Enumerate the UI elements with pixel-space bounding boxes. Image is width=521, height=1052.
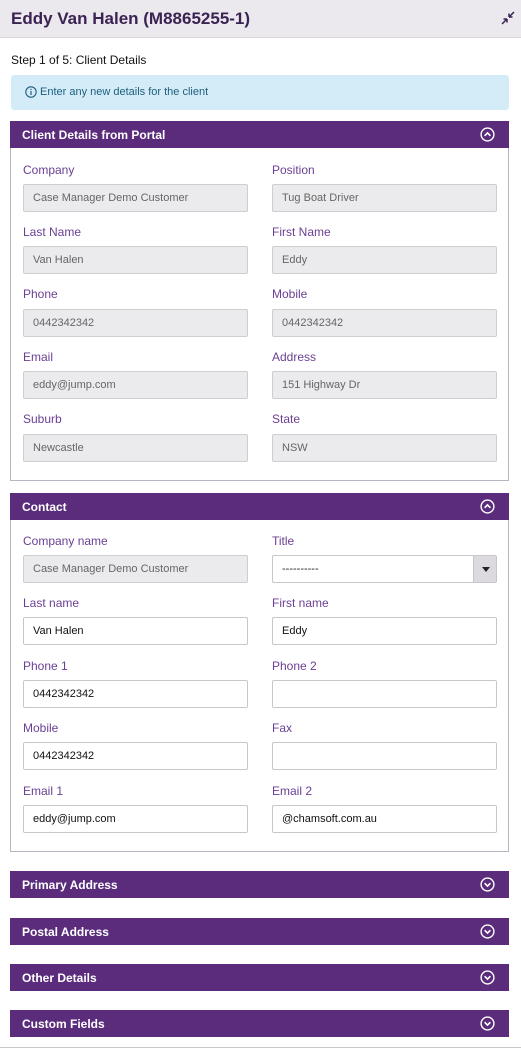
title-label: Title xyxy=(272,534,295,548)
chevron-down-circle-icon[interactable] xyxy=(480,924,495,939)
phone2-input[interactable] xyxy=(272,680,497,708)
section-title: Postal Address xyxy=(22,925,109,939)
info-circle-icon xyxy=(25,86,37,98)
state-label: State xyxy=(272,412,301,426)
section-title: Custom Fields xyxy=(22,1017,105,1031)
email-field[interactable]: eddy@jump.com xyxy=(23,371,248,399)
chevron-up-circle-icon[interactable] xyxy=(480,499,495,514)
chevron-down-circle-icon[interactable] xyxy=(480,970,495,985)
info-text: Enter any new details for the client xyxy=(40,86,209,98)
address-label: Address xyxy=(272,350,317,364)
email2-input[interactable]: @chamsoft.com.au xyxy=(272,805,497,833)
contact-first-name-label: First name xyxy=(272,596,329,610)
phone1-input[interactable]: 0442342342 xyxy=(23,680,248,708)
fax-label: Fax xyxy=(272,721,293,735)
panel-title: Contact xyxy=(22,500,67,514)
contact-panel: Contact Company name Case Manager Demo C… xyxy=(10,493,509,852)
chevron-down-circle-icon[interactable] xyxy=(480,877,495,892)
suburb-field[interactable]: Newcastle xyxy=(23,434,248,462)
portal-details-header[interactable]: Client Details from Portal xyxy=(10,121,509,148)
email-label: Email xyxy=(23,350,54,364)
phone1-label: Phone 1 xyxy=(23,659,68,673)
last-name-label: Last Name xyxy=(23,225,82,239)
contact-first-name-input[interactable]: Eddy xyxy=(272,617,497,645)
suburb-label: Suburb xyxy=(23,412,62,426)
mobile-field[interactable]: 0442342342 xyxy=(272,309,497,337)
email2-label: Email 2 xyxy=(272,784,313,798)
company-name-field[interactable]: Case Manager Demo Customer xyxy=(23,555,248,583)
contact-mobile-label: Mobile xyxy=(23,721,59,735)
position-label: Position xyxy=(272,163,315,177)
company-label: Company xyxy=(23,163,75,177)
primary-address-header[interactable]: Primary Address xyxy=(10,871,509,898)
email1-label: Email 1 xyxy=(23,784,64,798)
custom-fields-header[interactable]: Custom Fields xyxy=(10,1010,509,1037)
chevron-down-circle-icon[interactable] xyxy=(480,1016,495,1031)
step-indicator: Step 1 of 5: Client Details xyxy=(11,53,147,67)
section-title: Other Details xyxy=(22,971,97,985)
email1-input[interactable]: eddy@jump.com xyxy=(23,805,248,833)
first-name-label: First Name xyxy=(272,225,331,239)
section-title: Primary Address xyxy=(22,878,118,892)
postal-address-header[interactable]: Postal Address xyxy=(10,918,509,945)
divider xyxy=(0,1047,521,1048)
dialog-header: Eddy Van Halen (M8865255-1) xyxy=(0,0,521,38)
dropdown-arrow-icon[interactable] xyxy=(473,556,496,582)
address-field[interactable]: 151 Highway Dr xyxy=(272,371,497,399)
mobile-label: Mobile xyxy=(272,287,308,301)
phone-label: Phone xyxy=(23,287,58,301)
panel-title: Client Details from Portal xyxy=(22,128,166,142)
phone-field[interactable]: 0442342342 xyxy=(23,309,248,337)
chevron-up-circle-icon[interactable] xyxy=(480,127,495,142)
state-field[interactable]: NSW xyxy=(272,434,497,462)
contact-header[interactable]: Contact xyxy=(10,493,509,520)
other-details-header[interactable]: Other Details xyxy=(10,964,509,991)
position-field[interactable]: Tug Boat Driver xyxy=(272,184,497,212)
phone2-label: Phone 2 xyxy=(272,659,317,673)
contact-last-name-input[interactable]: Van Halen xyxy=(23,617,248,645)
portal-details-panel: Client Details from Portal Company Case … xyxy=(10,121,509,481)
fax-input[interactable] xyxy=(272,742,497,770)
last-name-field[interactable]: Van Halen xyxy=(23,246,248,274)
collapse-arrows-icon[interactable] xyxy=(501,11,515,25)
title-select[interactable]: ---------- xyxy=(272,555,497,583)
contact-last-name-label: Last name xyxy=(23,596,80,610)
dialog-title: Eddy Van Halen (M8865255-1) xyxy=(11,9,251,28)
info-banner: Enter any new details for the client xyxy=(11,75,509,110)
title-select-value: ---------- xyxy=(282,563,319,575)
contact-mobile-input[interactable]: 0442342342 xyxy=(23,742,248,770)
company-field[interactable]: Case Manager Demo Customer xyxy=(23,184,248,212)
company-name-label: Company name xyxy=(23,534,108,548)
first-name-field[interactable]: Eddy xyxy=(272,246,497,274)
